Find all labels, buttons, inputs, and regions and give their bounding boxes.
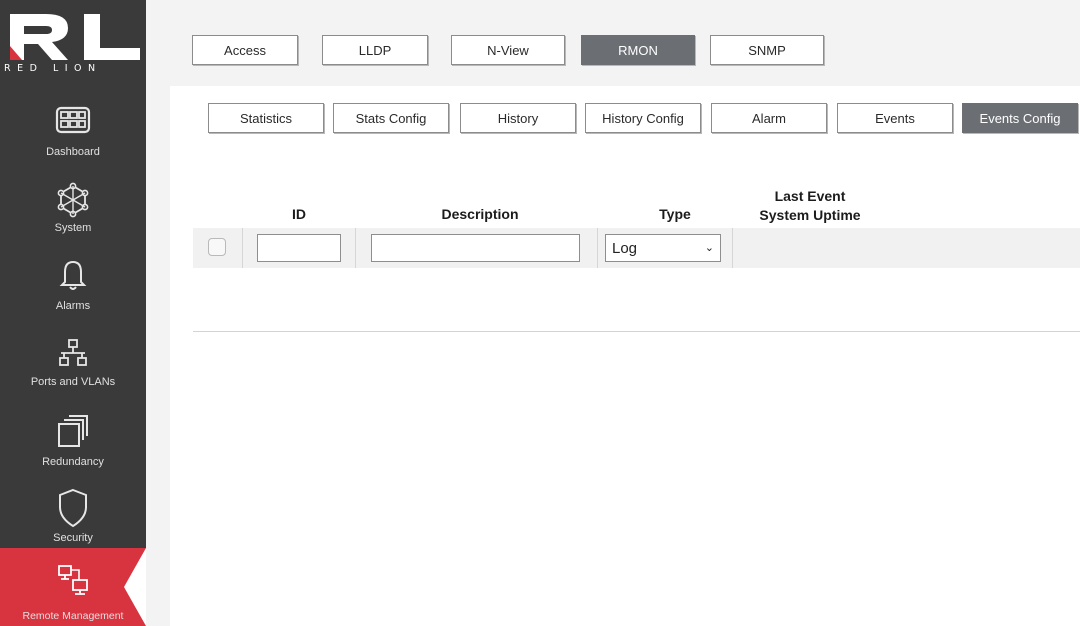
system-icon bbox=[57, 182, 89, 218]
content-panel bbox=[170, 86, 1080, 626]
type-select[interactable]: Log ⌄ bbox=[605, 234, 721, 262]
column-divider bbox=[355, 228, 356, 268]
chevron-down-icon: ⌄ bbox=[704, 242, 714, 254]
subtab-statistics[interactable]: Statistics bbox=[208, 103, 324, 133]
sidebar-item-label: Security bbox=[53, 532, 93, 544]
red-lion-logo: RED LION bbox=[0, 0, 146, 86]
column-header-id: ID bbox=[292, 206, 306, 222]
sidebar-item-remote-management[interactable]: Remote Management bbox=[0, 548, 146, 626]
redundancy-icon bbox=[58, 415, 88, 447]
sidebar-item-redundancy[interactable]: Redundancy bbox=[0, 410, 146, 488]
id-input[interactable] bbox=[257, 234, 341, 262]
subtab-alarm[interactable]: Alarm bbox=[711, 103, 827, 133]
logo-text: RED LION bbox=[4, 63, 102, 74]
shield-icon bbox=[59, 488, 87, 528]
bell-icon bbox=[59, 260, 87, 290]
subtab-stats-config[interactable]: Stats Config bbox=[333, 103, 449, 133]
column-divider bbox=[597, 228, 598, 268]
subtab-history-config[interactable]: History Config bbox=[585, 103, 701, 133]
subtab-events[interactable]: Events bbox=[837, 103, 953, 133]
sidebar: RED LION Dashboard System Alarms Ports a… bbox=[0, 0, 146, 626]
column-divider bbox=[732, 228, 733, 268]
type-select-value: Log bbox=[612, 239, 638, 257]
sidebar-item-system[interactable]: System bbox=[0, 180, 146, 258]
tab-snmp[interactable]: SNMP bbox=[710, 35, 824, 65]
subtab-events-config[interactable]: Events Config bbox=[962, 103, 1078, 133]
tab-lldp[interactable]: LLDP bbox=[322, 35, 428, 65]
dashboard-icon bbox=[55, 106, 91, 134]
column-divider bbox=[242, 228, 243, 268]
row-select-checkbox[interactable] bbox=[208, 238, 226, 256]
column-header-type: Type bbox=[659, 206, 691, 222]
column-header-system-uptime: System Uptime bbox=[759, 207, 861, 223]
tab-rmon[interactable]: RMON bbox=[581, 35, 695, 65]
sidebar-item-ports-vlans[interactable]: Ports and VLANs bbox=[0, 334, 146, 412]
network-icon bbox=[59, 339, 87, 366]
subtab-history[interactable]: History bbox=[460, 103, 576, 133]
content-left-gutter bbox=[146, 86, 170, 626]
logo-rl-mark bbox=[10, 14, 140, 60]
sidebar-item-alarms[interactable]: Alarms bbox=[0, 254, 146, 332]
sidebar-item-label: Dashboard bbox=[46, 146, 100, 158]
column-header-last-event: Last Event bbox=[774, 188, 846, 204]
table-bottom-divider bbox=[193, 331, 1080, 332]
tab-access[interactable]: Access bbox=[192, 35, 298, 65]
sidebar-item-label: Redundancy bbox=[42, 456, 104, 468]
description-input[interactable] bbox=[371, 234, 580, 262]
tab-n-view[interactable]: N-View bbox=[451, 35, 565, 65]
sidebar-item-label: Ports and VLANs bbox=[30, 376, 116, 388]
sidebar-item-label: Alarms bbox=[55, 300, 91, 312]
sidebar-item-label: System bbox=[54, 222, 92, 234]
column-header-description: Description bbox=[441, 206, 519, 222]
sidebar-item-dashboard[interactable]: Dashboard bbox=[0, 100, 146, 178]
sidebar-item-label: Remote Management bbox=[22, 610, 124, 622]
remote-management-icon bbox=[58, 565, 88, 595]
